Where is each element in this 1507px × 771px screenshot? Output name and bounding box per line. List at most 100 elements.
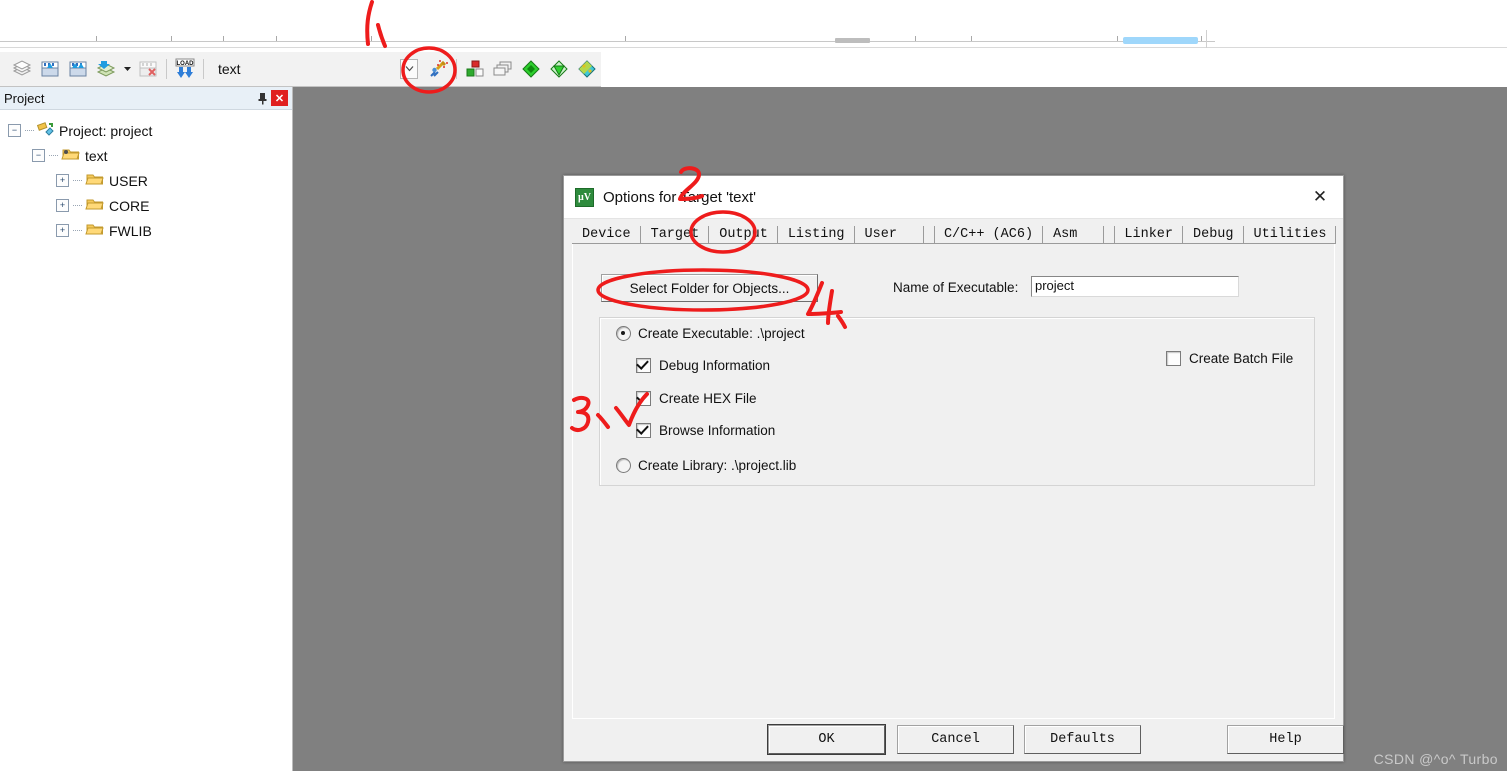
keil-vision-icon: µV [575, 187, 594, 207]
tree-node-fwlib[interactable]: + FWLIB [0, 218, 291, 243]
tree-node-label: text [85, 147, 108, 164]
name-of-executable-label: Name of Executable: [893, 280, 1019, 295]
cancel-button[interactable]: Cancel [897, 725, 1014, 754]
create-batch-file-checkbox[interactable] [1166, 351, 1181, 366]
build-toolbar: LOAD text [0, 52, 601, 87]
tab-c-cpp[interactable]: C/C++ (AC6) [933, 226, 1044, 244]
tree-node-core[interactable]: + CORE [0, 193, 291, 218]
dialog-titlebar: µV Options for Target 'text' ✕ [564, 176, 1343, 219]
tab-user[interactable]: User [854, 226, 924, 244]
target-folder-icon [61, 146, 81, 165]
create-executable-radio[interactable] [616, 326, 631, 341]
project-panel-titlebar: Project ✕ [0, 87, 292, 110]
load-icon[interactable]: LOAD [171, 55, 199, 83]
tab-linker[interactable]: Linker [1114, 226, 1183, 244]
translate-file-icon[interactable] [36, 55, 64, 83]
output-options-group: Create Executable: .\project Debug Infor… [599, 317, 1315, 486]
batch-build-dropdown-icon[interactable] [120, 55, 134, 83]
create-batch-file-label: Create Batch File [1189, 351, 1294, 366]
project-panel: Project ✕ − Project: project − text + US… [0, 87, 293, 771]
tab-asm[interactable]: Asm [1043, 226, 1105, 244]
ruler-tick [915, 36, 916, 41]
defaults-button[interactable]: Defaults [1024, 725, 1141, 754]
pin-icon[interactable] [253, 89, 271, 107]
top-ruler-strip [0, 0, 1507, 52]
stop-build-icon [134, 55, 162, 83]
tab-output[interactable]: Output [709, 226, 778, 244]
tree-node-project[interactable]: − Project: project [0, 118, 291, 143]
scrollbar-thumb-highlight[interactable] [1123, 37, 1198, 44]
ruler-right-edge [1206, 30, 1207, 48]
project-tree: − Project: project − text + USER + CORE … [0, 110, 291, 771]
tree-connector [49, 154, 58, 157]
tree-node-label: FWLIB [109, 222, 152, 239]
tab-debug[interactable]: Debug [1183, 226, 1244, 244]
create-library-radio[interactable] [616, 458, 631, 473]
create-executable-label: Create Executable: .\project [638, 326, 805, 341]
output-tab-panel: Select Folder for Objects... Name of Exe… [572, 244, 1335, 719]
select-target-dropdown-icon[interactable] [400, 58, 418, 79]
help-button[interactable]: Help [1227, 725, 1344, 754]
project-panel-title: Project [4, 90, 45, 106]
expander-icon[interactable]: − [32, 149, 45, 162]
manage-components-icon[interactable] [461, 55, 489, 83]
browse-information-checkbox[interactable] [636, 423, 651, 438]
ruler-tick [1201, 36, 1202, 41]
tree-node-label: Project: project [59, 122, 153, 139]
tree-node-label: USER [109, 172, 148, 189]
target-name-label: text [218, 60, 241, 77]
ruler-tick [1117, 36, 1118, 41]
close-icon[interactable]: ✕ [271, 90, 288, 106]
tree-connector [73, 229, 82, 232]
create-hex-file-checkbox[interactable] [636, 391, 651, 406]
create-batch-file-row[interactable]: Create Batch File [1166, 351, 1293, 366]
folder-icon [85, 196, 105, 215]
expander-icon[interactable]: + [56, 174, 69, 187]
tree-connector [25, 129, 34, 132]
watermark-label: CSDN @^o^ Turbo [1373, 751, 1498, 767]
folder-icon [85, 171, 105, 190]
create-executable-radio-row[interactable]: Create Executable: .\project [616, 326, 805, 341]
dialog-tabstrip: Device Target Output Listing User C/C++ … [572, 224, 1337, 244]
batch-build-icon[interactable] [8, 55, 36, 83]
tab-utilities[interactable]: Utilities [1243, 226, 1337, 244]
select-folder-for-objects-button[interactable]: Select Folder for Objects... [601, 274, 818, 302]
tree-node-label: CORE [109, 197, 150, 214]
ruler-baseline-secondary [0, 47, 1507, 48]
close-icon[interactable]: ✕ [1297, 177, 1343, 218]
expander-icon[interactable]: − [8, 124, 21, 137]
create-hex-file-label: Create HEX File [659, 391, 757, 406]
debug-information-row[interactable]: Debug Information [636, 358, 770, 373]
ok-button[interactable]: OK [767, 724, 886, 755]
debug-information-checkbox[interactable] [636, 358, 651, 373]
run-utility-icon[interactable] [545, 55, 573, 83]
tree-connector [73, 204, 82, 207]
ruler-tick [171, 36, 172, 41]
name-of-executable-input[interactable]: project [1031, 276, 1239, 297]
toolbar-separator [456, 58, 457, 79]
create-hex-file-row[interactable]: Create HEX File [636, 391, 757, 406]
browse-information-row[interactable]: Browse Information [636, 423, 775, 438]
scrollbar-thumb-gray[interactable] [835, 38, 870, 43]
options-for-target-icon[interactable] [424, 55, 452, 83]
tab-listing[interactable]: Listing [777, 226, 855, 244]
toolbar-separator [203, 58, 204, 79]
create-library-radio-row[interactable]: Create Library: .\project.lib [616, 458, 796, 473]
pack-installer-icon[interactable] [517, 55, 545, 83]
create-library-label: Create Library: .\project.lib [638, 458, 797, 473]
toolbar-separator [166, 58, 167, 79]
tab-target[interactable]: Target [640, 226, 710, 244]
tab-device[interactable]: Device [572, 226, 641, 244]
tree-node-user[interactable]: + USER [0, 168, 291, 193]
manage-rte-icon[interactable] [573, 55, 601, 83]
build-target-icon[interactable] [64, 55, 92, 83]
rebuild-all-icon[interactable] [92, 55, 120, 83]
expander-icon[interactable]: + [56, 199, 69, 212]
ruler-tick [96, 36, 97, 41]
multi-project-icon[interactable] [489, 55, 517, 83]
ruler-tick [625, 36, 626, 41]
tree-node-target[interactable]: − text [0, 143, 291, 168]
tree-connector [73, 179, 82, 182]
expander-icon[interactable]: + [56, 224, 69, 237]
project-icon [36, 121, 55, 140]
